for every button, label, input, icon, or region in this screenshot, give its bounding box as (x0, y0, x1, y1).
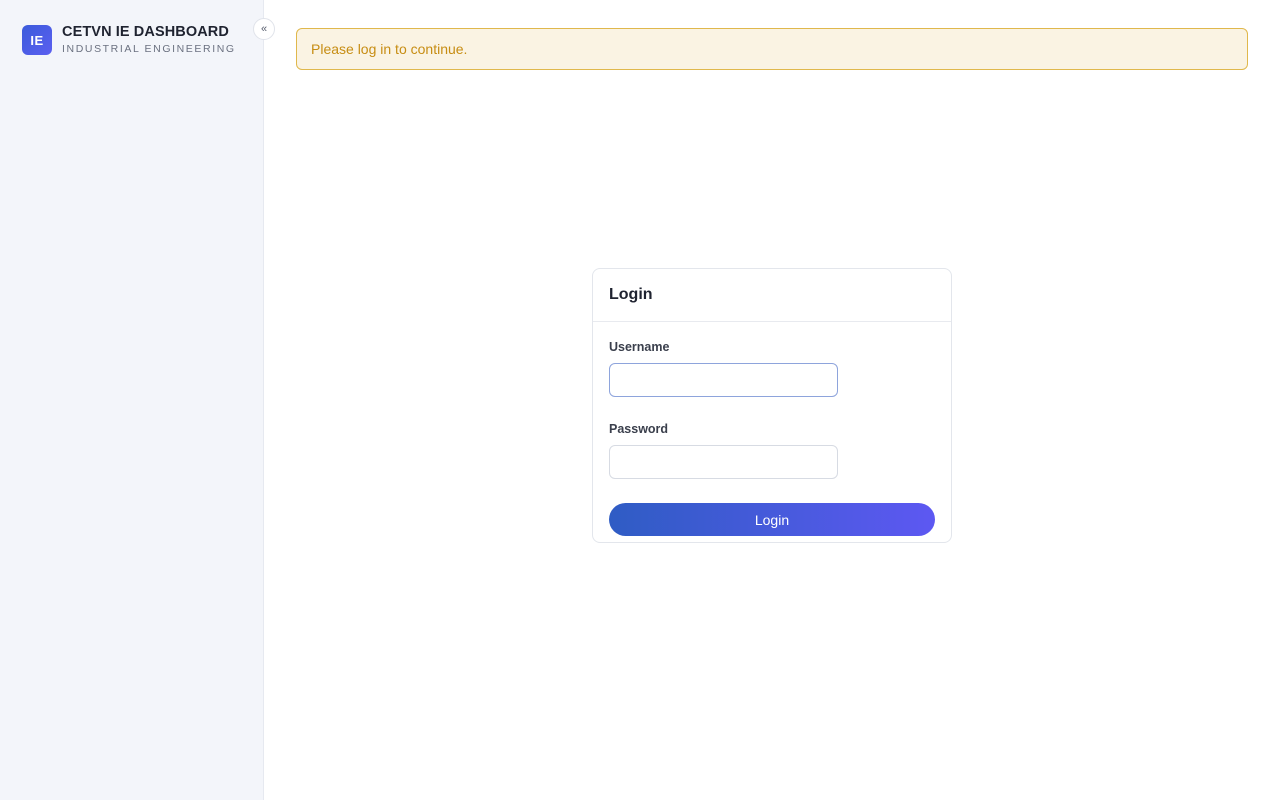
brand-subtitle: INDUSTRIAL ENGINEERING (62, 43, 236, 55)
login-card-body: Username Password Login (593, 322, 951, 536)
brand-logo: IE (22, 25, 52, 55)
brand[interactable]: IE CETVN IE DASHBOARD INDUSTRIAL ENGINEE… (22, 24, 236, 56)
sidebar: IE CETVN IE DASHBOARD INDUSTRIAL ENGINEE… (0, 0, 275, 800)
sidebar-collapse-button[interactable]: « (253, 18, 275, 40)
app-root: IE CETVN IE DASHBOARD INDUSTRIAL ENGINEE… (0, 0, 1280, 800)
chevrons-left-icon: « (260, 22, 268, 35)
field-spacer (609, 397, 935, 421)
alert-message: Please log in to continue. (311, 41, 468, 57)
login-button[interactable]: Login (609, 503, 935, 536)
password-input[interactable] (609, 445, 838, 479)
username-input[interactable] (609, 363, 838, 397)
brand-title: CETVN IE DASHBOARD (62, 24, 229, 40)
login-required-alert: Please log in to continue. (296, 28, 1248, 70)
main-content: Please log in to continue. Login Usernam… (264, 0, 1280, 800)
brand-text: CETVN IE DASHBOARD INDUSTRIAL ENGINEERIN… (62, 24, 236, 56)
password-label: Password (609, 422, 669, 436)
login-card: Login Username Password Login (592, 268, 952, 543)
username-label: Username (609, 340, 670, 354)
login-card-title: Login (609, 286, 653, 303)
login-card-header: Login (593, 269, 951, 322)
